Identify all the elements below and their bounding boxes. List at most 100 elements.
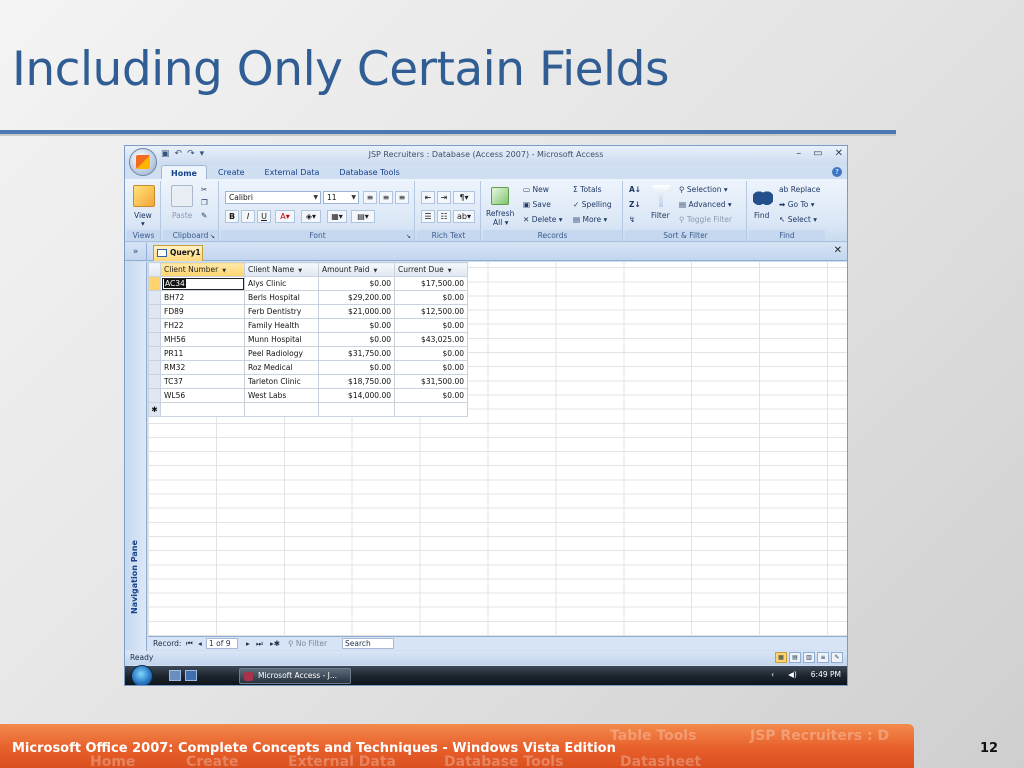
cell-current-due[interactable]: $43,025.00	[394, 332, 468, 347]
row-selector[interactable]	[148, 304, 161, 319]
font-size-box[interactable]: 11 ▼	[323, 191, 359, 204]
format-painter-icon[interactable]: ✎	[201, 211, 207, 220]
cell-client-number[interactable]: WL56	[160, 388, 245, 403]
select-all-corner[interactable]	[148, 262, 161, 277]
cell-client-name[interactable]: Berls Hospital	[244, 290, 319, 305]
pivottable-view-icon[interactable]: ▤	[789, 652, 801, 663]
selection-button[interactable]: Selection	[687, 185, 722, 194]
table-row[interactable]: TC37 Tarleton Clinic $18,750.00 $31,500.…	[148, 374, 468, 389]
cell-client-number[interactable]: FD89	[160, 304, 245, 319]
pivotchart-view-icon[interactable]: ▥	[803, 652, 815, 663]
start-button[interactable]	[131, 665, 153, 685]
current-record-box[interactable]: 1 of 9	[206, 638, 238, 649]
table-row[interactable]: FD89 Ferb Dentistry $21,000.00 $12,500.0…	[148, 304, 468, 319]
sql-view-icon[interactable]: ≡	[817, 652, 829, 663]
binoculars-icon[interactable]	[753, 185, 773, 207]
chevron-down-icon[interactable]: ▼	[351, 192, 356, 203]
close-button[interactable]: ✕	[835, 148, 843, 159]
office-button[interactable]	[129, 148, 157, 176]
cell-client-name[interactable]: Alys Clinic	[244, 276, 319, 291]
new-cell[interactable]	[244, 402, 319, 417]
cell-client-number[interactable]: MH56	[160, 332, 245, 347]
delete-button[interactable]: Delete	[532, 215, 557, 224]
column-header-client-name[interactable]: Client Name ▼	[244, 262, 319, 277]
align-left-icon[interactable]: ≡	[363, 191, 377, 204]
more-button[interactable]: More	[582, 215, 601, 224]
cell-amount-paid[interactable]: $0.00	[318, 318, 395, 333]
cell-client-number[interactable]: AC34	[160, 276, 245, 291]
refresh-all-button[interactable]: Refresh	[486, 209, 514, 218]
minimize-button[interactable]: –	[796, 148, 801, 159]
next-record-icon[interactable]: ▸	[246, 639, 250, 648]
chevron-down-icon[interactable]: ▼	[298, 268, 302, 274]
save-record-button[interactable]: Save	[532, 200, 550, 209]
row-selector[interactable]	[148, 346, 161, 361]
previous-record-icon[interactable]: ◂	[198, 639, 202, 648]
cell-current-due[interactable]: $0.00	[394, 346, 468, 361]
dialog-launcher-icon[interactable]: ↘	[406, 233, 411, 240]
row-selector[interactable]	[148, 276, 161, 291]
align-center-icon[interactable]: ≡	[379, 191, 393, 204]
datasheet-view-icon[interactable]: ▦	[775, 652, 787, 663]
advanced-button[interactable]: Advanced	[688, 200, 725, 209]
sort-descending-icon[interactable]: Z↓	[629, 200, 641, 209]
font-color-icon[interactable]: A▾	[275, 210, 295, 223]
switch-windows-icon[interactable]	[185, 670, 197, 681]
cut-icon[interactable]: ✂	[201, 185, 207, 194]
cell-client-name[interactable]: Peel Radiology	[244, 346, 319, 361]
row-selector[interactable]	[148, 318, 161, 333]
clock[interactable]: 6:49 PM	[811, 670, 841, 679]
cell-client-name[interactable]: Roz Medical	[244, 360, 319, 375]
cell-client-number[interactable]: FH22	[160, 318, 245, 333]
filter-button[interactable]: Filter	[651, 211, 670, 220]
column-header-current-due[interactable]: Current Due ▼	[394, 262, 468, 277]
decrease-indent-icon[interactable]: ⇤	[421, 191, 435, 204]
search-input[interactable]: Search	[342, 638, 394, 649]
bullets-icon[interactable]: ☰	[421, 210, 435, 223]
chevron-down-icon[interactable]: ▼	[448, 268, 452, 274]
tab-query1[interactable]: Query1	[153, 245, 203, 261]
clear-sort-icon[interactable]: ↯	[629, 215, 635, 224]
row-selector[interactable]	[148, 360, 161, 375]
go-to-button[interactable]: Go To	[788, 200, 809, 209]
cell-client-number[interactable]: RM32	[160, 360, 245, 375]
table-row[interactable]: WL56 West Labs $14,000.00 $0.00	[148, 388, 468, 403]
navigation-pane[interactable]: Navigation Pane	[126, 262, 147, 653]
paragraph-direction-icon[interactable]: ¶▾	[453, 191, 475, 204]
restore-button[interactable]: ▭	[813, 148, 822, 159]
bold-icon[interactable]: B	[225, 210, 239, 223]
tray-expand-icon[interactable]: ‹	[771, 670, 774, 679]
chevron-down-icon[interactable]: ▼	[313, 192, 318, 203]
row-selector[interactable]	[148, 388, 161, 403]
cell-client-number[interactable]: PR11	[160, 346, 245, 361]
cell-current-due[interactable]: $0.00	[394, 290, 468, 305]
cell-client-name[interactable]: Ferb Dentistry	[244, 304, 319, 319]
cell-amount-paid[interactable]: $0.00	[318, 276, 395, 291]
table-row[interactable]: MH56 Munn Hospital $0.00 $43,025.00	[148, 332, 468, 347]
nav-pane-shutter-button[interactable]: »	[125, 243, 147, 261]
last-record-icon[interactable]: ⏭	[256, 639, 263, 649]
first-record-icon[interactable]: ⏮	[186, 639, 193, 649]
cell-client-name[interactable]: Munn Hospital	[244, 332, 319, 347]
dialog-launcher-icon[interactable]: ↘	[210, 233, 215, 240]
paste-icon[interactable]	[171, 185, 193, 207]
toggle-filter-button[interactable]: Toggle Filter	[687, 215, 732, 224]
paste-button[interactable]: Paste	[172, 211, 192, 220]
row-selector[interactable]	[148, 374, 161, 389]
cell-client-name[interactable]: Tarleton Clinic	[244, 374, 319, 389]
cell-client-number[interactable]: TC37	[160, 374, 245, 389]
select-button[interactable]: Select	[788, 215, 811, 224]
alternate-fill-icon[interactable]: ▤▾	[351, 210, 375, 223]
filter-status-button[interactable]: No Filter	[296, 639, 327, 648]
font-name-box[interactable]: Calibri ▼	[225, 191, 321, 204]
cell-amount-paid[interactable]: $21,000.00	[318, 304, 395, 319]
cell-amount-paid[interactable]: $0.00	[318, 360, 395, 375]
increase-indent-icon[interactable]: ⇥	[437, 191, 451, 204]
cell-amount-paid[interactable]: $31,750.00	[318, 346, 395, 361]
cell-current-due[interactable]: $0.00	[394, 318, 468, 333]
cell-amount-paid[interactable]: $14,000.00	[318, 388, 395, 403]
cell-amount-paid[interactable]: $18,750.00	[318, 374, 395, 389]
table-row[interactable]: RM32 Roz Medical $0.00 $0.00	[148, 360, 468, 375]
cell-current-due[interactable]: $31,500.00	[394, 374, 468, 389]
row-selector[interactable]	[148, 290, 161, 305]
